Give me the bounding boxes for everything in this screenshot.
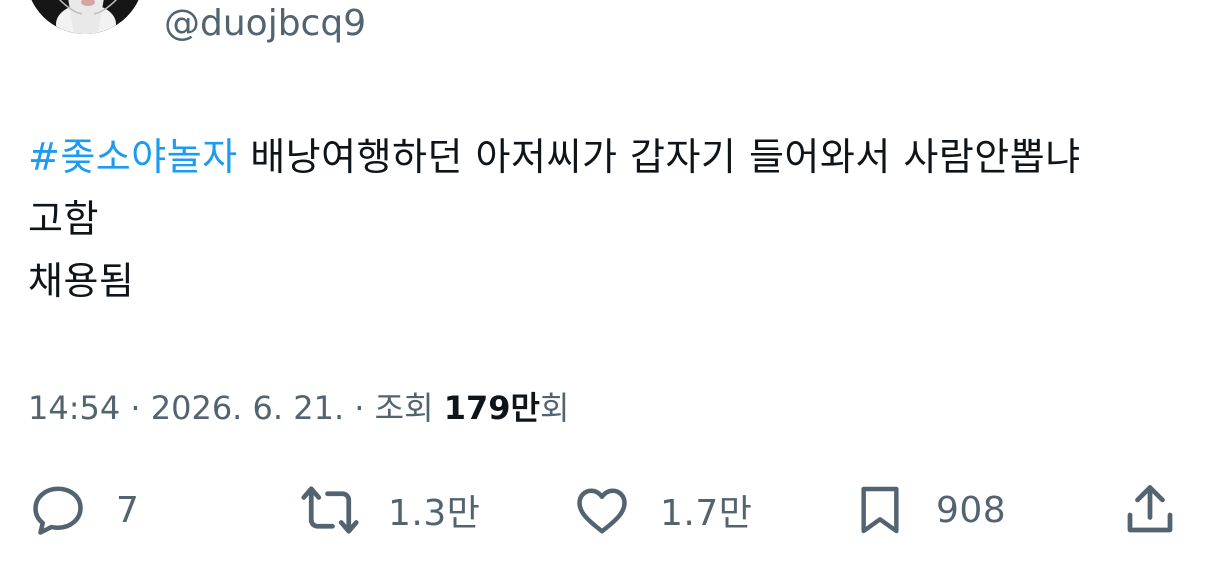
tweet-line-3: 채용됨: [28, 259, 135, 303]
hashtag-link[interactable]: #좆소야놀자: [28, 135, 238, 179]
reply-button[interactable]: 7: [28, 478, 139, 542]
author-handle[interactable]: @duojbcq9: [164, 2, 366, 46]
retweet-arrows-icon: [301, 486, 359, 534]
views-prefix: 조회: [374, 389, 444, 427]
bookmark-icon: [861, 486, 899, 534]
reply-count: 7: [116, 489, 140, 531]
tweet-line-2: 고함: [28, 197, 99, 241]
tweet-time[interactable]: 14:54: [28, 389, 120, 427]
views-count[interactable]: 179만: [444, 389, 540, 427]
tweet-line-1: #좆소야놀자 배낭여행하던 아저씨가 갑자기 들어와서 사람안뽑냐: [28, 126, 1188, 188]
meta-separator: ·: [344, 389, 375, 427]
speech-bubble-icon: [33, 486, 83, 535]
tweet-date[interactable]: 2026. 6. 21.: [151, 389, 344, 427]
bookmark-count: 908: [936, 489, 1007, 531]
share-upload-icon: [1127, 485, 1173, 533]
views-suffix: 회: [539, 389, 570, 427]
bookmark-button[interactable]: 908: [852, 478, 1006, 542]
action-bar: 7 1.3만 1.7만 908: [0, 478, 1206, 542]
retweet-count: 1.3만: [388, 493, 481, 534]
like-count: 1.7만: [660, 493, 753, 534]
tweet-card: @duojbcq9 #좆소야놀자 배낭여행하던 아저씨가 갑자기 들어와서 사람…: [0, 0, 1206, 584]
heart-icon: [577, 488, 627, 534]
avatar[interactable]: [26, 0, 144, 34]
retweet-button[interactable]: 1.3만: [300, 478, 480, 542]
share-button[interactable]: [1120, 478, 1180, 542]
tweet-line-1-text: 배낭여행하던 아저씨가 갑자기 들어와서 사람안뽑냐: [237, 135, 1081, 179]
tweet-body: #좆소야놀자 배낭여행하던 아저씨가 갑자기 들어와서 사람안뽑냐 고함 채용됨: [28, 126, 1188, 312]
cat-avatar-image: [26, 0, 144, 34]
tweet-meta: 14:54 · 2026. 6. 21. · 조회 179만회: [28, 388, 569, 428]
like-button[interactable]: 1.7만: [572, 478, 752, 542]
meta-separator: ·: [120, 389, 151, 427]
